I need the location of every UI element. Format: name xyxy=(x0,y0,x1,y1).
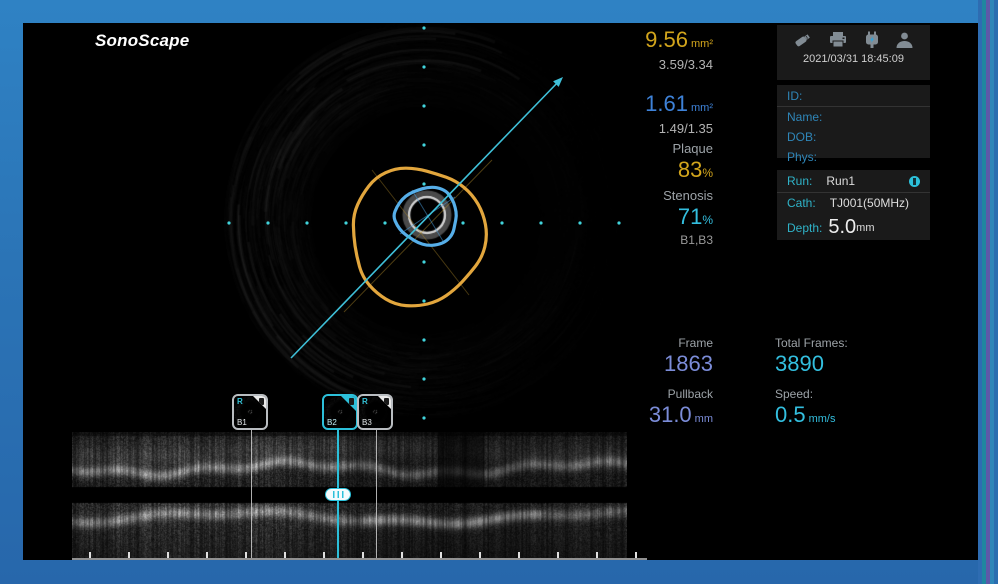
stenosis-reference: B1,B3 xyxy=(523,233,713,248)
bezel-right-stripes xyxy=(978,0,998,584)
bookmark-id: B2 xyxy=(327,418,337,427)
depth-unit: mm xyxy=(856,222,874,234)
printer-icon[interactable] xyxy=(828,31,848,49)
stenosis-label: Stenosis xyxy=(523,188,713,204)
plaque-label: Plaque xyxy=(523,141,713,157)
pullback-unit: mm xyxy=(695,413,713,425)
speed-unit: mm/s xyxy=(809,413,836,425)
stenosis-number: 71 xyxy=(678,204,702,229)
bookmark-line-b3 xyxy=(376,430,377,558)
toolbar-icons xyxy=(787,31,920,49)
run-panel: Run: Run1 Cath: TJ001(50MHz) Depth: 5.0 … xyxy=(777,170,930,240)
lumen-diameters: 1.49/1.35 xyxy=(523,121,713,137)
system-toolbar: 2021/03/31 18:45:09 xyxy=(777,25,930,80)
vessel-area-value: 9.56mm² xyxy=(523,27,713,57)
vessel-diameters: 3.59/3.34 xyxy=(523,57,713,73)
run-label: Run: xyxy=(787,174,812,188)
speed-value: 0.5mm/s xyxy=(775,402,848,432)
depth-value: 5.0 xyxy=(828,216,856,239)
plaque-value: 83% xyxy=(523,157,713,186)
bookmark-thumb-b2[interactable]: B2 xyxy=(322,394,358,430)
bookmark-id: B1 xyxy=(237,418,247,427)
bookmark-flag: R xyxy=(237,397,243,406)
usb-icon[interactable] xyxy=(793,31,813,49)
bookmark-line-b1 xyxy=(251,430,252,558)
app-screen: SonoScape 9.56mm² 3.59/3.34 1.61mm² 1.49… xyxy=(23,23,978,560)
total-frames-label: Total Frames: xyxy=(775,336,848,350)
datetime-display: 2021/03/31 18:45:09 xyxy=(787,53,920,65)
frame-value: 1863 xyxy=(523,351,713,377)
bookmark-id: B3 xyxy=(362,418,372,427)
vessel-area-number: 9.56 xyxy=(645,27,688,52)
lumen-area-unit: mm² xyxy=(691,102,713,114)
frame-slider-handle[interactable] xyxy=(325,488,351,501)
plaque-percent-sign: % xyxy=(702,166,713,180)
bookmark-flag: R xyxy=(362,397,368,406)
bookmark-thumb-b3[interactable]: R B3 xyxy=(357,394,393,430)
stenosis-percent-sign: % xyxy=(702,213,713,227)
lumen-area-value: 1.61mm² xyxy=(523,91,713,121)
speed-number: 0.5 xyxy=(775,402,806,427)
pullback-value: 31.0mm xyxy=(523,402,713,432)
user-icon[interactable] xyxy=(895,31,914,49)
patient-phys-label: Phys: xyxy=(777,147,930,167)
pullback-number: 31.0 xyxy=(649,402,692,427)
run-info-icon[interactable] xyxy=(909,176,920,187)
bezel-frame: SonoScape 9.56mm² 3.59/3.34 1.61mm² 1.49… xyxy=(0,0,998,584)
depth-row: Depth: 5.0 mm xyxy=(777,213,930,242)
patient-name-label: Name: xyxy=(777,107,930,127)
patient-id-label: ID: xyxy=(777,85,930,107)
pullback-label: Pullback xyxy=(523,387,713,401)
brand-logo: SonoScape xyxy=(95,31,189,51)
catheter-row: Cath: TJ001(50MHz) xyxy=(777,193,930,213)
stenosis-value: 71% xyxy=(523,204,713,233)
measurement-panel: 9.56mm² 3.59/3.34 1.61mm² 1.49/1.35 Plaq… xyxy=(523,27,713,248)
bookmark-thumb-b1[interactable]: R B1 xyxy=(232,394,268,430)
pullback-ruler xyxy=(72,558,647,560)
patient-dob-label: DOB: xyxy=(777,127,930,147)
power-plug-icon[interactable] xyxy=(864,31,880,49)
run-selector[interactable]: Run: Run1 xyxy=(777,170,930,193)
frame-info: Frame 1863 Pullback 31.0mm xyxy=(523,336,713,432)
total-frames-value: 3890 xyxy=(775,351,848,377)
depth-label: Depth: xyxy=(787,221,822,235)
vessel-area-unit: mm² xyxy=(691,38,713,50)
frame-label: Frame xyxy=(523,336,713,350)
run-value: Run1 xyxy=(826,174,909,188)
slider-grip-icon xyxy=(325,488,351,501)
patient-panel[interactable]: ID: Name: DOB: Phys: xyxy=(777,85,930,158)
totals-info: Total Frames: 3890 Speed: 0.5mm/s xyxy=(775,336,848,432)
cath-value: TJ001(50MHz) xyxy=(830,196,920,210)
pullback-ruler-ticks xyxy=(89,552,649,558)
plaque-number: 83 xyxy=(678,157,702,182)
cath-label: Cath: xyxy=(787,196,816,210)
lumen-area-number: 1.61 xyxy=(645,91,688,116)
speed-label: Speed: xyxy=(775,387,848,401)
